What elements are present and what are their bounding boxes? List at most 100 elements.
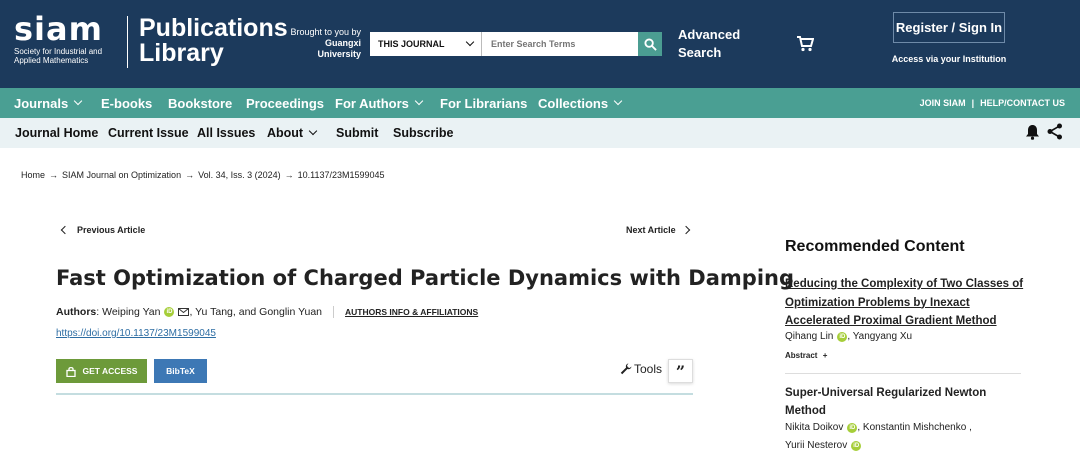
nav-proceedings-label: Proceedings bbox=[246, 95, 325, 111]
nav-utility-links: JOIN SIAM | HELP/CONTACT US bbox=[920, 88, 1065, 118]
divider bbox=[333, 306, 335, 318]
advanced-search-link[interactable]: Advanced Search bbox=[678, 26, 740, 62]
join-siam-link[interactable]: JOIN SIAM bbox=[920, 98, 966, 108]
doi-link[interactable]: https://doi.org/10.1137/23M1599045 bbox=[56, 328, 216, 339]
author-link[interactable]: Weiping Yan bbox=[102, 306, 160, 318]
institution-name-line2: University bbox=[317, 49, 361, 59]
orcid-icon[interactable]: iD bbox=[847, 422, 858, 433]
search-button[interactable] bbox=[638, 32, 662, 56]
pubs-line1: Publications bbox=[139, 14, 288, 42]
get-access-button[interactable]: GET ACCESS bbox=[56, 359, 147, 383]
subscribe-link[interactable]: Subscribe bbox=[393, 118, 453, 148]
authors-affiliations-link[interactable]: AUTHORS INFO & AFFILIATIONS bbox=[345, 307, 478, 317]
pubs-line2: Library bbox=[139, 39, 224, 67]
logo-subtitle: Society for Industrial and Applied Mathe… bbox=[14, 47, 124, 65]
nav-ebooks-label: E-books bbox=[101, 95, 153, 111]
lock-icon bbox=[65, 366, 76, 377]
site-header: siam Society for Industrial and Applied … bbox=[0, 0, 1080, 88]
nav-ebooks[interactable]: E-books bbox=[101, 88, 152, 118]
nav-for-librarians[interactable]: For Librarians bbox=[440, 88, 527, 118]
breadcrumb-issue[interactable]: Vol. 34, Iss. 3 (2024) bbox=[198, 170, 281, 180]
about-menu[interactable]: About bbox=[267, 118, 318, 148]
nav-bookstore[interactable]: Bookstore bbox=[168, 88, 232, 118]
quote-icon: ” bbox=[675, 361, 686, 381]
recommended-item-authors: Qihang Lin iD , Yangyang Xu bbox=[785, 331, 912, 342]
get-access-label: GET ACCESS bbox=[82, 366, 138, 376]
logo-subtitle-line2: Applied Mathematics bbox=[14, 56, 89, 65]
next-article-link[interactable]: Next Article bbox=[626, 225, 690, 235]
institution-access-link[interactable]: Access via your Institution bbox=[884, 54, 1014, 64]
help-contact-link[interactable]: HELP/CONTACT US bbox=[980, 98, 1065, 108]
recommended-author[interactable]: , Konstantin Mishchenko , bbox=[857, 422, 972, 433]
advanced-search-line1: Advanced bbox=[678, 27, 741, 42]
submit-link[interactable]: Submit bbox=[336, 118, 378, 148]
breadcrumb: Home → SIAM Journal on Optimization → Vo… bbox=[21, 170, 385, 180]
recommended-item-title[interactable]: Reducing the Complexity of Two Classes o… bbox=[785, 275, 1025, 331]
arrow-right-icon: → bbox=[284, 170, 294, 180]
all-issues-link[interactable]: All Issues bbox=[197, 118, 255, 148]
share-button[interactable] bbox=[1047, 123, 1063, 145]
siam-logo[interactable]: siam Society for Industrial and Applied … bbox=[14, 10, 124, 72]
register-sign-in-button[interactable]: Register / Sign In bbox=[893, 12, 1005, 43]
bell-icon bbox=[1026, 125, 1039, 140]
share-icon bbox=[1047, 123, 1062, 140]
breadcrumb-journal[interactable]: SIAM Journal on Optimization bbox=[62, 170, 181, 180]
recommended-item-authors: Nikita Doikov iD , Konstantin Mishchenko… bbox=[785, 422, 972, 433]
about-menu-label: About bbox=[267, 126, 304, 140]
journal-nav: Journal Home Current Issue All Issues Ab… bbox=[0, 118, 1080, 148]
logo-subtitle-line1: Society for Industrial and bbox=[14, 47, 103, 56]
nav-proceedings[interactable]: Proceedings bbox=[246, 88, 324, 118]
search-icon bbox=[643, 37, 657, 51]
brought-by-label: Brought to you by bbox=[290, 27, 361, 37]
cite-button[interactable]: ” bbox=[668, 359, 693, 383]
main-nav: Journals E-books Bookstore Proceedings F… bbox=[0, 88, 1080, 118]
abstract-toggle[interactable]: Abstract + bbox=[785, 351, 827, 360]
nav-journals[interactable]: Journals bbox=[14, 88, 83, 118]
search-bar: THIS JOURNAL bbox=[370, 32, 662, 56]
institution-name-line1: Guangxi bbox=[324, 38, 361, 48]
nav-separator: | bbox=[971, 98, 975, 108]
recommended-divider bbox=[785, 373, 1021, 374]
bibtex-button[interactable]: BibTeX bbox=[154, 359, 207, 383]
recommended-heading: Recommended Content bbox=[785, 238, 965, 255]
arrow-right-icon: → bbox=[185, 170, 195, 180]
alerts-button[interactable] bbox=[1025, 124, 1040, 145]
orcid-icon[interactable]: iD bbox=[164, 307, 175, 317]
search-input[interactable] bbox=[482, 32, 638, 56]
abstract-label: Abstract bbox=[785, 351, 818, 360]
authors-label: Authors bbox=[56, 306, 97, 318]
breadcrumb-doi: 10.1137/23M1599045 bbox=[297, 170, 385, 180]
previous-article-link[interactable]: Previous Article bbox=[60, 225, 145, 235]
recommended-item-title[interactable]: Super-Universal Regularized Newton Metho… bbox=[785, 384, 1015, 420]
chevron-down-icon bbox=[73, 96, 83, 106]
orcid-icon[interactable]: iD bbox=[851, 440, 862, 451]
section-divider bbox=[56, 393, 693, 395]
recommended-author[interactable]: Nikita Doikov bbox=[785, 422, 843, 433]
recommended-author[interactable]: , Yangyang Xu bbox=[847, 331, 912, 342]
chevron-left-icon bbox=[60, 225, 70, 235]
logo-wordmark: siam bbox=[14, 10, 103, 48]
cart-icon bbox=[797, 36, 815, 52]
search-scope-value: THIS JOURNAL bbox=[378, 39, 445, 49]
tools-button[interactable]: Tools bbox=[620, 362, 662, 376]
other-authors[interactable]: , Yu Tang, and Gonglin Yuan bbox=[189, 306, 322, 318]
tools-label: Tools bbox=[634, 362, 663, 376]
journal-home-link[interactable]: Journal Home bbox=[15, 118, 98, 148]
recommended-author[interactable]: Yurii Nesterov bbox=[785, 440, 847, 451]
orcid-icon[interactable]: iD bbox=[837, 331, 848, 342]
mail-icon[interactable] bbox=[178, 308, 190, 316]
current-issue-link[interactable]: Current Issue bbox=[108, 118, 189, 148]
cart-button[interactable] bbox=[796, 36, 815, 57]
recommended-author[interactable]: Qihang Lin bbox=[785, 331, 833, 342]
logo-divider bbox=[127, 16, 128, 68]
publications-library-title[interactable]: Publications Library bbox=[139, 16, 288, 66]
nav-for-authors-label: For Authors bbox=[335, 95, 409, 111]
wrench-icon bbox=[620, 363, 632, 375]
breadcrumb-home[interactable]: Home bbox=[21, 170, 45, 180]
chevron-right-icon bbox=[681, 225, 690, 235]
nav-journals-label: Journals bbox=[14, 95, 69, 111]
nav-for-authors[interactable]: For Authors bbox=[335, 88, 424, 118]
nav-collections-label: Collections bbox=[538, 95, 609, 111]
nav-collections[interactable]: Collections bbox=[538, 88, 623, 118]
search-scope-select[interactable]: THIS JOURNAL bbox=[370, 32, 482, 56]
